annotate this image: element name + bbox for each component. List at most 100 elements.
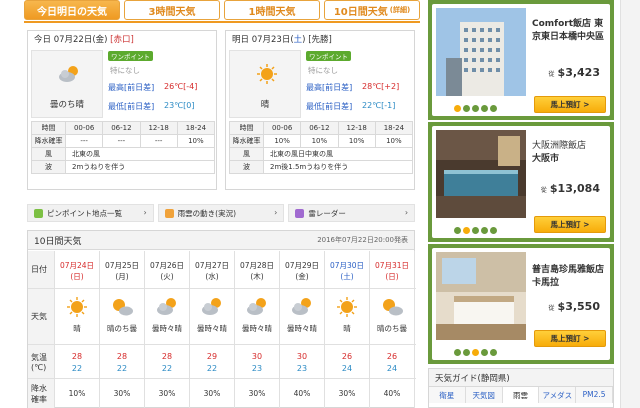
carousel-dot[interactable] <box>472 227 479 234</box>
tab-today-tomorrow[interactable]: 今日明日の天気 <box>24 0 120 20</box>
hotel-card[interactable]: Comfort飯店 東京東日本橋中央區 從 $3,423 馬上預訂 > <box>432 4 610 116</box>
guide-tab-weather-map[interactable]: 天気図 <box>465 387 503 403</box>
lightning-radar-link[interactable]: 雷レーダー › <box>288 204 416 222</box>
low-temp-value: 23℃[0] <box>164 101 195 110</box>
chevron-right-icon: › <box>143 208 147 217</box>
carousel-dot[interactable] <box>454 349 461 356</box>
day-date-cell: 07月30日 (土) <box>325 251 370 288</box>
cloud-with-sun-icon <box>157 298 176 315</box>
carousel-dot[interactable] <box>481 349 488 356</box>
hotel-card[interactable]: 普吉島珍馬雅飯店 卡馬拉 從 $3,550 馬上預訂 > <box>432 248 610 360</box>
tab-label: 3時間天気 <box>148 6 196 18</box>
guide-tab-pm25[interactable]: PM2.5 <box>576 387 613 403</box>
carousel-dot[interactable] <box>463 105 470 112</box>
tab-3hour[interactable]: 3時間天気 <box>124 0 220 20</box>
day-temp-cell: 26 24 <box>370 345 415 378</box>
tomorrow-info: ワンポイント 特になし 最高[前日差] 28℃[+2] 最低[前日差] 22℃[-1… <box>306 51 414 120</box>
carousel-dot[interactable] <box>490 227 497 234</box>
tab-10day[interactable]: 10日間天気 (詳細) <box>324 0 420 20</box>
carousel-dot[interactable] <box>481 227 488 234</box>
day-weekday: (月) <box>115 272 129 281</box>
hotel-city: 大阪市 <box>532 154 560 164</box>
pinpoint-list-link[interactable]: ピンポイント地点一覧 › <box>27 204 154 222</box>
chevron-right-icon: › <box>404 208 409 217</box>
day-weekday: (土) <box>340 272 354 281</box>
book-now-button[interactable]: 馬上預訂 > <box>534 96 606 113</box>
carousel-dot[interactable] <box>490 105 497 112</box>
onepoint-text: 特になし <box>308 66 338 75</box>
carousel-dot[interactable] <box>472 105 479 112</box>
time-header: 時間 <box>229 121 264 135</box>
guide-tab-satellite[interactable]: 衛星 <box>429 387 466 403</box>
page-scrollbar[interactable] <box>620 0 640 408</box>
wind-label: 風 <box>31 147 66 161</box>
guide-tab-rain-cloud[interactable]: 雨雲 <box>502 387 540 403</box>
carousel-dot[interactable] <box>472 349 479 356</box>
time-header: 時間 <box>31 121 66 135</box>
hotel-card[interactable]: 大阪洲際飯店 大阪市 從 $13,084 馬上預訂 > <box>432 126 610 238</box>
day-date-cell: 07月27日 (水) <box>190 251 235 288</box>
day-low-temp: 22 <box>206 364 218 373</box>
today-detail-table: 時間 00-06 06-12 12-18 18-24 降水確率 --- --- … <box>31 121 216 174</box>
price-value: $13,084 <box>549 182 600 195</box>
day-high-temp: 26 <box>341 352 353 361</box>
ten-day-title: 10日間天気 <box>34 236 82 247</box>
day-weather-cell: 晴のち曇 <box>100 289 145 344</box>
onepoint-text: 特になし <box>110 66 140 75</box>
quick-links: ピンポイント地点一覧 › 雨雲の動き(実況) › 雷レーダー › <box>27 204 416 222</box>
day-date-cell: 07月31日 (日) <box>370 251 415 288</box>
wave-value: 2mうねりを伴う <box>65 160 215 174</box>
guide-tab-amedas[interactable]: アメダス <box>539 387 577 403</box>
day-low-temp: 24 <box>386 364 398 373</box>
today-info: ワンポイント 特になし 最高[前日差] 26℃[-4] 最低[前日差] 23℃[0] <box>108 51 216 120</box>
tab-1hour[interactable]: 1時間天気 <box>224 0 320 20</box>
day-weekday: (火) <box>160 272 174 281</box>
wind-label: 風 <box>229 147 264 161</box>
cloud-with-sun-icon <box>202 298 221 315</box>
rain-cloud-link[interactable]: 雨雲の動き(実況) › <box>157 204 285 222</box>
day-weather-cell: 曇時々晴 <box>235 289 280 344</box>
ten-day-header: 10日間天気 2016年07月22日20:00発表 <box>28 231 414 250</box>
carousel-dot[interactable] <box>454 105 461 112</box>
day-date-cell: 07月26日 (火) <box>145 251 190 288</box>
wind-value: 北東の風 <box>65 147 215 161</box>
carousel-dot[interactable] <box>463 227 470 234</box>
row-label: 天気 <box>28 289 55 344</box>
day-rain-prob: 30% <box>203 389 221 398</box>
tomorrow-date: 明日 07月23日( <box>232 35 294 45</box>
today-header: 今日 07月22日(金) [赤口] <box>28 31 216 46</box>
carousel-dot[interactable] <box>481 105 488 112</box>
day-weekday: (日) <box>70 272 84 281</box>
day-weather-cell: 曇時々晴 <box>280 289 325 344</box>
book-now-button[interactable]: 馬上預訂 > <box>534 330 606 347</box>
day-temp-cell: 30 23 <box>280 345 325 378</box>
rain-prob-value: 10% <box>262 134 302 148</box>
lightning-icon <box>295 208 305 218</box>
day-weekday: (水) <box>205 272 219 281</box>
day-date: 07月26日 <box>149 261 185 270</box>
day-temp-cell: 28 22 <box>100 345 145 378</box>
hotel-ad: Comfort飯店 東京東日本橋中央區 從 $3,423 馬上預訂 > <box>428 0 614 120</box>
day-date: 07月28日 <box>239 261 275 270</box>
day-date-cell: 07月29日 (金) <box>280 251 325 288</box>
forecast-tabs: 今日明日の天気 3時間天気 1時間天気 10日間天気 (詳細) <box>24 0 420 22</box>
day-rain-prob: 30% <box>113 389 131 398</box>
day-weather-label: 曇時々晴 <box>242 324 272 333</box>
today-date: 今日 07月22日(金) <box>34 35 108 45</box>
book-now-button[interactable]: 馬上預訂 > <box>534 216 606 233</box>
tomorrow-rokuyo: [先勝] <box>308 35 332 45</box>
day-high-temp: 30 <box>296 352 308 361</box>
carousel-dot[interactable] <box>463 349 470 356</box>
low-temp-label: 最低[前日差] <box>306 102 353 111</box>
time-slot: 18-24 <box>374 121 414 135</box>
carousel-dot[interactable] <box>454 227 461 234</box>
day-high-temp: 26 <box>386 352 398 361</box>
price-prefix: 從 <box>548 305 555 312</box>
onepoint-badge: ワンポイント <box>108 51 153 61</box>
carousel-dot[interactable] <box>490 349 497 356</box>
sun-then-cloud-icon <box>113 299 133 316</box>
day-temp-cell: 30 23 <box>235 345 280 378</box>
tab-label: 10日間天気 <box>333 6 388 18</box>
today-rokuyo: [赤口] <box>110 35 134 45</box>
rain-row: 降水確率 10% 30% 30% 30% 30% 40% 30% 40% <box>28 379 416 408</box>
